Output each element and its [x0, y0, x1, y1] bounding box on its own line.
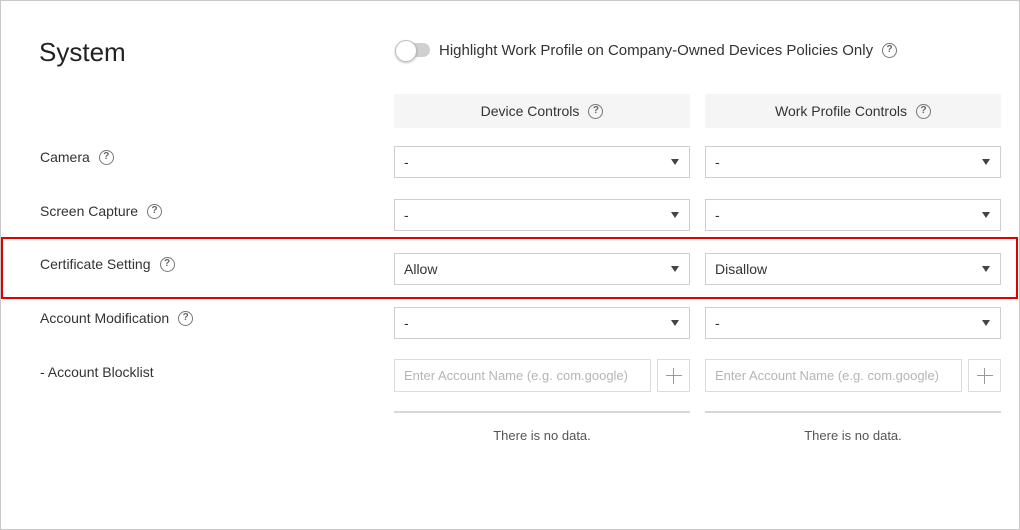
certificate-setting-label: Certificate Setting	[40, 256, 151, 272]
plus-icon	[665, 367, 682, 384]
certificate-setting-row-label: Certificate Setting ?	[40, 255, 175, 273]
caret-down-icon	[982, 212, 990, 218]
account-blocklist-row-label: - Account Blocklist	[40, 363, 154, 381]
work-add-account-button[interactable]	[968, 359, 1001, 392]
caret-down-icon	[671, 212, 679, 218]
help-icon[interactable]: ?	[588, 103, 604, 119]
account-modification-device-select[interactable]: -	[394, 307, 690, 339]
camera-work-select[interactable]: -	[705, 146, 1001, 178]
device-controls-header: Device Controls ?	[394, 94, 690, 128]
work-blocklist-empty-text: There is no data.	[804, 428, 902, 443]
help-icon[interactable]: ?	[882, 42, 898, 58]
device-blocklist-divider	[394, 411, 690, 413]
help-icon[interactable]: ?	[916, 103, 931, 119]
account-modification-label: Account Modification	[40, 310, 170, 326]
account-blocklist-label: - Account Blocklist	[40, 364, 154, 380]
screen-capture-device-select[interactable]: -	[394, 199, 690, 231]
device-controls-label: Device Controls	[480, 103, 580, 119]
account-modification-work-select[interactable]: -	[705, 307, 1001, 339]
screen-capture-label: Screen Capture	[40, 203, 139, 219]
plus-icon	[976, 367, 993, 384]
help-icon[interactable]: ?	[98, 149, 114, 165]
highlight-work-profile-label: Highlight Work Profile on Company-Owned …	[439, 41, 874, 59]
screen-capture-device-value: -	[404, 207, 409, 223]
work-profile-controls-label: Work Profile Controls	[774, 103, 907, 119]
screen-capture-work-value: -	[715, 207, 720, 223]
account-modification-device-value: -	[404, 315, 409, 331]
page-title: System	[39, 37, 126, 67]
caret-down-icon	[671, 320, 679, 326]
screen-capture-row-label: Screen Capture ?	[40, 202, 163, 220]
work-profile-controls-header: Work Profile Controls ?	[705, 94, 1001, 128]
camera-label: Camera	[40, 149, 90, 165]
camera-work-value: -	[715, 154, 720, 170]
caret-down-icon	[671, 159, 679, 165]
caret-down-icon	[671, 266, 679, 272]
certificate-setting-work-value: Disallow	[715, 261, 768, 277]
certificate-setting-device-select[interactable]: Allow	[394, 253, 690, 285]
help-icon[interactable]: ?	[178, 310, 194, 326]
highlight-work-profile-row: Highlight Work Profile on Company-Owned …	[395, 38, 898, 62]
camera-device-select[interactable]: -	[394, 146, 690, 178]
screen-capture-work-select[interactable]: -	[705, 199, 1001, 231]
caret-down-icon	[982, 266, 990, 272]
camera-device-value: -	[404, 154, 409, 170]
account-modification-work-value: -	[715, 315, 720, 331]
certificate-setting-work-select[interactable]: Disallow	[705, 253, 1001, 285]
work-blocklist-divider	[705, 411, 1001, 413]
work-account-name-input[interactable]	[705, 359, 962, 392]
highlight-work-profile-toggle[interactable]	[395, 40, 430, 62]
caret-down-icon	[982, 159, 990, 165]
caret-down-icon	[982, 320, 990, 326]
certificate-setting-device-value: Allow	[404, 261, 438, 277]
device-blocklist-empty-text: There is no data.	[493, 428, 591, 443]
camera-row-label: Camera ?	[40, 148, 114, 166]
help-icon[interactable]: ?	[159, 256, 175, 272]
account-modification-row-label: Account Modification ?	[40, 309, 194, 327]
device-account-name-input[interactable]	[394, 359, 651, 392]
device-add-account-button[interactable]	[657, 359, 690, 392]
help-icon[interactable]: ?	[147, 203, 163, 219]
